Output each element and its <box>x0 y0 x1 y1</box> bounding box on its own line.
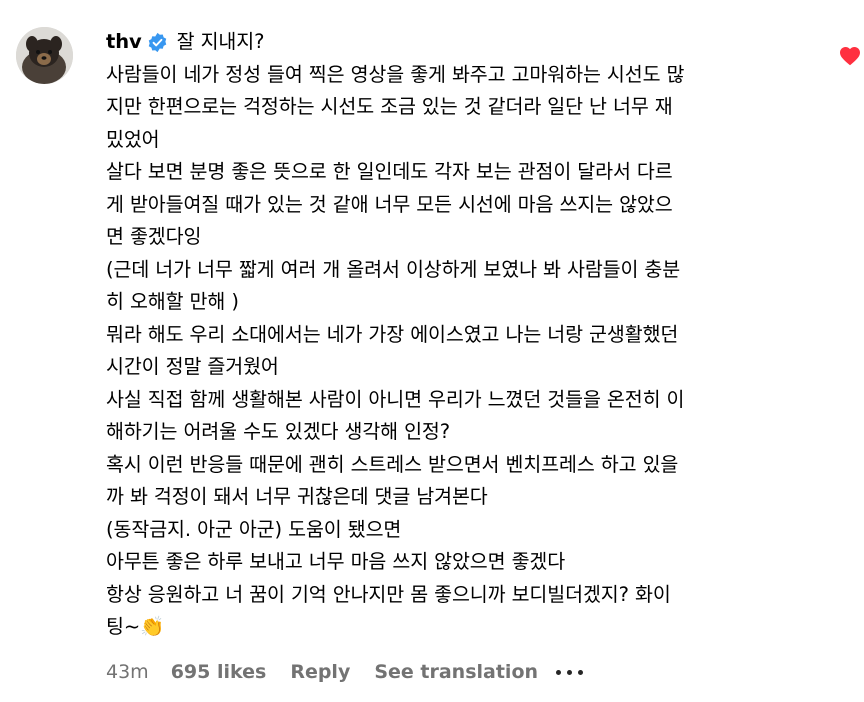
comment-line: 시간이 정말 즐거웠어 <box>106 355 279 378</box>
comment-body: thv 잘 지내지? 사람들이 네가 정성 들여 찍은 영상을 좋게 봐주고 고… <box>106 26 821 644</box>
comment-age: 43m <box>106 661 149 683</box>
comment-line: 사실 직접 함께 생활해본 사람이 아니면 우리가 느꼈던 것들을 온전히 이 <box>106 387 685 411</box>
comment-line: 까 봐 걱정이 돼서 너무 귀찮은데 댓글 남겨본다 <box>106 485 488 508</box>
comment-line: 해하기는 어려울 수도 있겠다 생각해 인정? <box>106 420 451 443</box>
comment-line: 아무튼 좋은 하루 보내고 너무 마음 쓰지 않았으면 좋겠다 <box>106 550 566 573</box>
comment-line: 뭐라 해도 우리 소대에서는 네가 가장 에이스였고 나는 너랑 군생활했던 <box>106 322 679 346</box>
dot <box>578 669 584 675</box>
comment-line: 밌었어 <box>106 127 160 151</box>
comment-line: 팅~👏 <box>106 615 165 638</box>
more-options-icon[interactable] <box>556 669 584 675</box>
dot <box>567 669 573 675</box>
user-avatar[interactable] <box>16 27 73 84</box>
comment-line: (근데 너가 너무 짧게 여러 개 올려서 이상하게 보였나 봐 사람들이 충분 <box>106 257 681 281</box>
comment-header: thv 잘 지내지? <box>106 26 821 59</box>
heart-icon[interactable] <box>838 44 862 66</box>
comment-line: 게 받아들여질 때가 있는 것 같애 너무 모든 시선에 마음 쓰지는 않았으 <box>106 192 673 216</box>
comment-line: 혹시 이런 반응들 때문에 괜히 스트레스 받으면서 벤치프레스 하고 있을 <box>106 452 679 476</box>
comment-actions: 43m 695 likes Reply See translation <box>106 655 584 689</box>
verified-badge-icon <box>148 32 166 52</box>
comment-line: 면 좋겠다잉 <box>106 225 202 248</box>
comment-first-line: 잘 지내지? <box>176 30 265 53</box>
comment-line: 지만 한편으로는 걱정하는 시선도 조금 있는 것 같더라 일단 난 너무 재 <box>106 95 673 118</box>
comment-line: 히 오해할 만해 ) <box>106 290 239 313</box>
dot <box>556 669 562 675</box>
see-translation-button[interactable]: See translation <box>374 661 538 683</box>
reply-button[interactable]: Reply <box>290 661 350 683</box>
username-link[interactable]: thv <box>106 26 142 59</box>
comment-line: 항상 응원하고 너 꿈이 기억 안나지만 몸 좋으니까 보디빌더겠지? 화이 <box>106 582 671 606</box>
comment-line: 사람들이 네가 정성 들여 찍은 영상을 좋게 봐주고 고마워하는 시선도 많 <box>106 62 685 86</box>
dog-avatar-icon <box>16 27 73 84</box>
comment-line: 살다 보면 분명 좋은 뜻으로 한 일인데도 각자 보는 관점이 달라서 다르 <box>106 160 673 183</box>
likes-count-button[interactable]: 695 likes <box>171 661 267 683</box>
comment-line: (동작금지. 아군 아군) 도움이 됐으면 <box>106 517 402 541</box>
